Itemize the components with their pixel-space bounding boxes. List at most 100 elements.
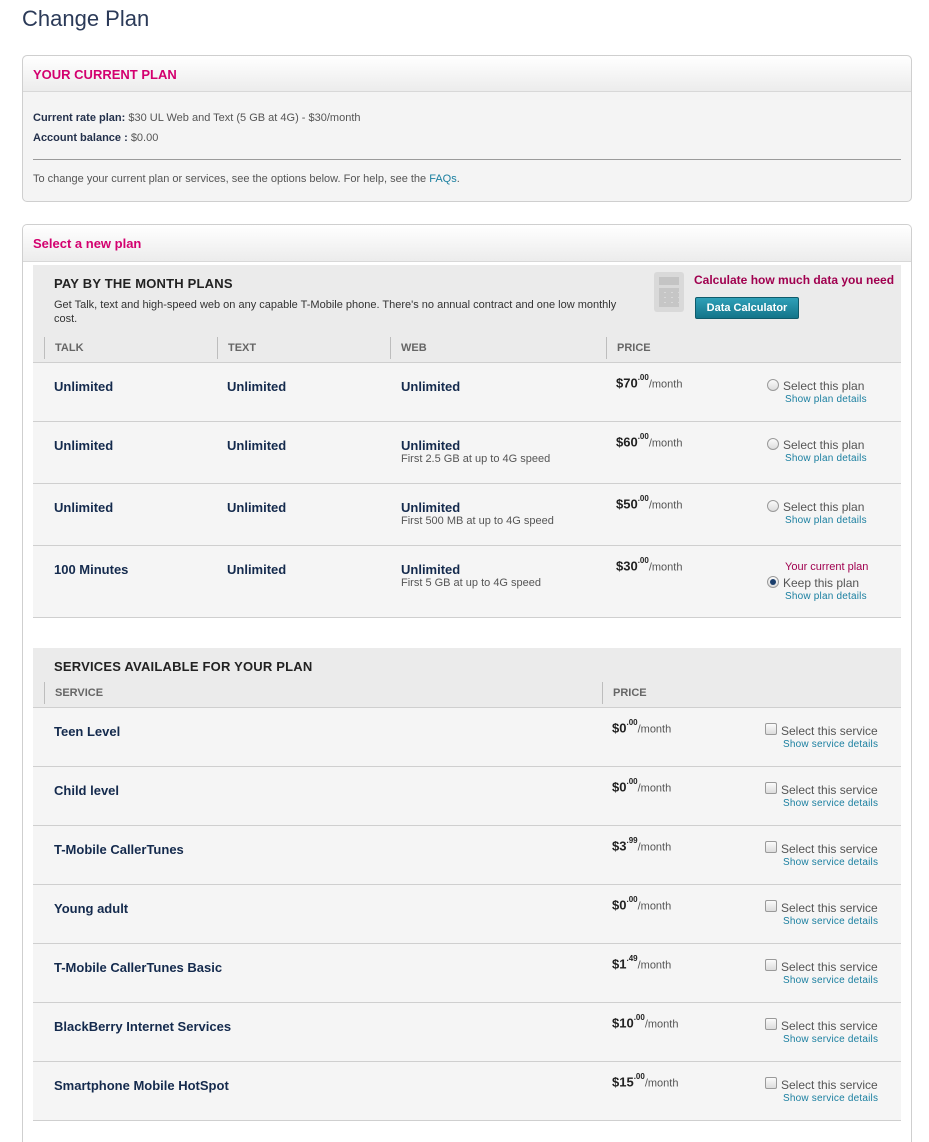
show-service-details-link[interactable]: Show service details (783, 1034, 878, 1045)
help-text-body: To change your current plan or services,… (33, 173, 427, 185)
service-option-label[interactable]: Select this service (781, 783, 878, 797)
service-checkbox[interactable] (765, 1077, 777, 1089)
faqs-link[interactable]: FAQs (429, 173, 457, 185)
new-plan-heading: Select a new plan (33, 236, 142, 251)
service-price: $15.00/month (612, 1072, 679, 1090)
price-cents: .00 (637, 373, 649, 382)
service-checkbox[interactable] (765, 959, 777, 971)
show-service-details-link[interactable]: Show service details (783, 975, 878, 986)
service-price: $1.49/month (612, 954, 672, 972)
service-row: T-Mobile CallerTunes $3.99/month Select th… (33, 826, 901, 885)
service-name: Child level (54, 783, 120, 798)
show-service-details-link[interactable]: Show service details (783, 1093, 878, 1104)
price-cents: .00 (626, 718, 638, 727)
rate-plan-label: Current rate plan: (33, 112, 126, 124)
current-plan-heading: YOUR CURRENT PLAN (33, 67, 177, 82)
price-period: /month (648, 437, 683, 450)
balance-label: Account balance : (33, 132, 128, 144)
calculator-icon (654, 272, 684, 312)
plan-option-label[interactable]: Keep this plan (783, 576, 859, 590)
plan-text: Unlimited (227, 500, 287, 515)
month-plans-description: Get Talk, text and high-speed web on any… (54, 299, 617, 325)
plan-option-label[interactable]: Select this plan (783, 438, 864, 452)
price-cents: .00 (637, 432, 649, 441)
service-row: BlackBerry Internet Services $10.00/month… (33, 1003, 901, 1062)
calculator-prompt: Calculate how much data you need (694, 273, 895, 287)
plan-radio[interactable] (767, 438, 779, 450)
price-period: /month (637, 900, 672, 913)
show-plan-details-link[interactable]: Show plan details (785, 515, 867, 526)
service-checkbox[interactable] (765, 841, 777, 853)
show-plan-details-link[interactable]: Show plan details (785, 394, 867, 405)
price-cents: .00 (637, 556, 649, 565)
service-name: T-Mobile CallerTunes (54, 842, 184, 857)
price-main: $0 (612, 897, 627, 913)
show-service-details-link[interactable]: Show service details (783, 798, 878, 809)
service-price: $3.99/month (612, 836, 672, 854)
service-option-label[interactable]: Select this service (781, 842, 878, 856)
price-main: $10 (612, 1015, 634, 1031)
service-name: Smartphone Mobile HotSpot (54, 1078, 229, 1093)
service-row: Young adult $0.00/month Select this servic… (33, 885, 901, 944)
price-period: /month (644, 1018, 679, 1031)
column-header-web: WEB (390, 337, 427, 359)
price-period: /month (637, 841, 672, 854)
price-period: /month (648, 499, 683, 512)
service-row: T-Mobile CallerTunes Basic $1.49/month Sel… (33, 944, 901, 1003)
price-main: $0 (612, 720, 627, 736)
service-checkbox[interactable] (765, 1018, 777, 1030)
show-plan-details-link[interactable]: Show plan details (785, 591, 867, 602)
show-plan-details-link[interactable]: Show plan details (785, 453, 867, 464)
show-service-details-link[interactable]: Show service details (783, 916, 878, 927)
plan-radio[interactable] (767, 379, 779, 391)
service-option-label[interactable]: Select this service (781, 1019, 878, 1033)
services-header (33, 648, 901, 707)
service-checkbox[interactable] (765, 900, 777, 912)
price-cents: .00 (633, 1072, 645, 1081)
divider (33, 159, 901, 160)
account-balance: Account balance : $0.00 (33, 132, 158, 144)
plan-talk: 100 Minutes (54, 562, 129, 577)
plan-radio[interactable] (767, 576, 779, 588)
price-period: /month (637, 959, 672, 972)
services-title: SERVICES AVAILABLE FOR YOUR PLAN (54, 659, 313, 674)
price-cents: .00 (633, 1013, 645, 1022)
plan-price: $50.00/month (616, 494, 683, 512)
service-name: T-Mobile CallerTunes Basic (54, 960, 223, 975)
plan-web: Unlimited (401, 438, 461, 453)
price-cents: .00 (626, 777, 638, 786)
service-option-label[interactable]: Select this service (781, 901, 878, 915)
service-name: BlackBerry Internet Services (54, 1019, 232, 1034)
service-checkbox[interactable] (765, 723, 777, 735)
plan-text: Unlimited (227, 379, 287, 394)
service-option-label[interactable]: Select this service (781, 1078, 878, 1092)
plan-web-note: First 5 GB at up to 4G speed (401, 577, 542, 589)
price-main: $60 (616, 434, 638, 450)
price-period: /month (644, 1077, 679, 1090)
data-calculator-button[interactable]: Data Calculator (695, 297, 799, 319)
plan-option-label[interactable]: Select this plan (783, 379, 864, 393)
plan-text: Unlimited (227, 562, 287, 577)
month-plans-title: PAY BY THE MONTH PLANS (54, 276, 233, 291)
service-option-label[interactable]: Select this service (781, 960, 878, 974)
rate-plan-value: $30 UL Web and Text (5 GB at 4G) - $30/m… (128, 112, 361, 124)
service-price: $0.00/month (612, 777, 671, 794)
new-plan-header (23, 225, 911, 262)
price-main: $3 (612, 838, 627, 854)
service-row: Teen Level $0.00/month Select this service… (33, 708, 901, 767)
show-service-details-link[interactable]: Show service details (783, 739, 878, 750)
plan-option-label[interactable]: Select this plan (783, 500, 864, 514)
plan-price: $70.00/month (616, 373, 682, 390)
service-name: Teen Level (54, 724, 121, 739)
plan-talk: Unlimited (54, 500, 114, 515)
plan-radio[interactable] (767, 500, 779, 512)
column-header-talk: TALK (44, 337, 84, 359)
plan-web: Unlimited (401, 562, 461, 577)
price-main: $30 (616, 558, 638, 574)
service-option-label[interactable]: Select this service (781, 724, 878, 738)
show-service-details-link[interactable]: Show service details (783, 857, 878, 868)
service-checkbox[interactable] (765, 782, 777, 794)
price-period: /month (648, 561, 683, 574)
service-row: Smartphone Mobile HotSpot $15.00/month Sel… (33, 1062, 901, 1121)
plan-web: Unlimited (401, 379, 461, 394)
